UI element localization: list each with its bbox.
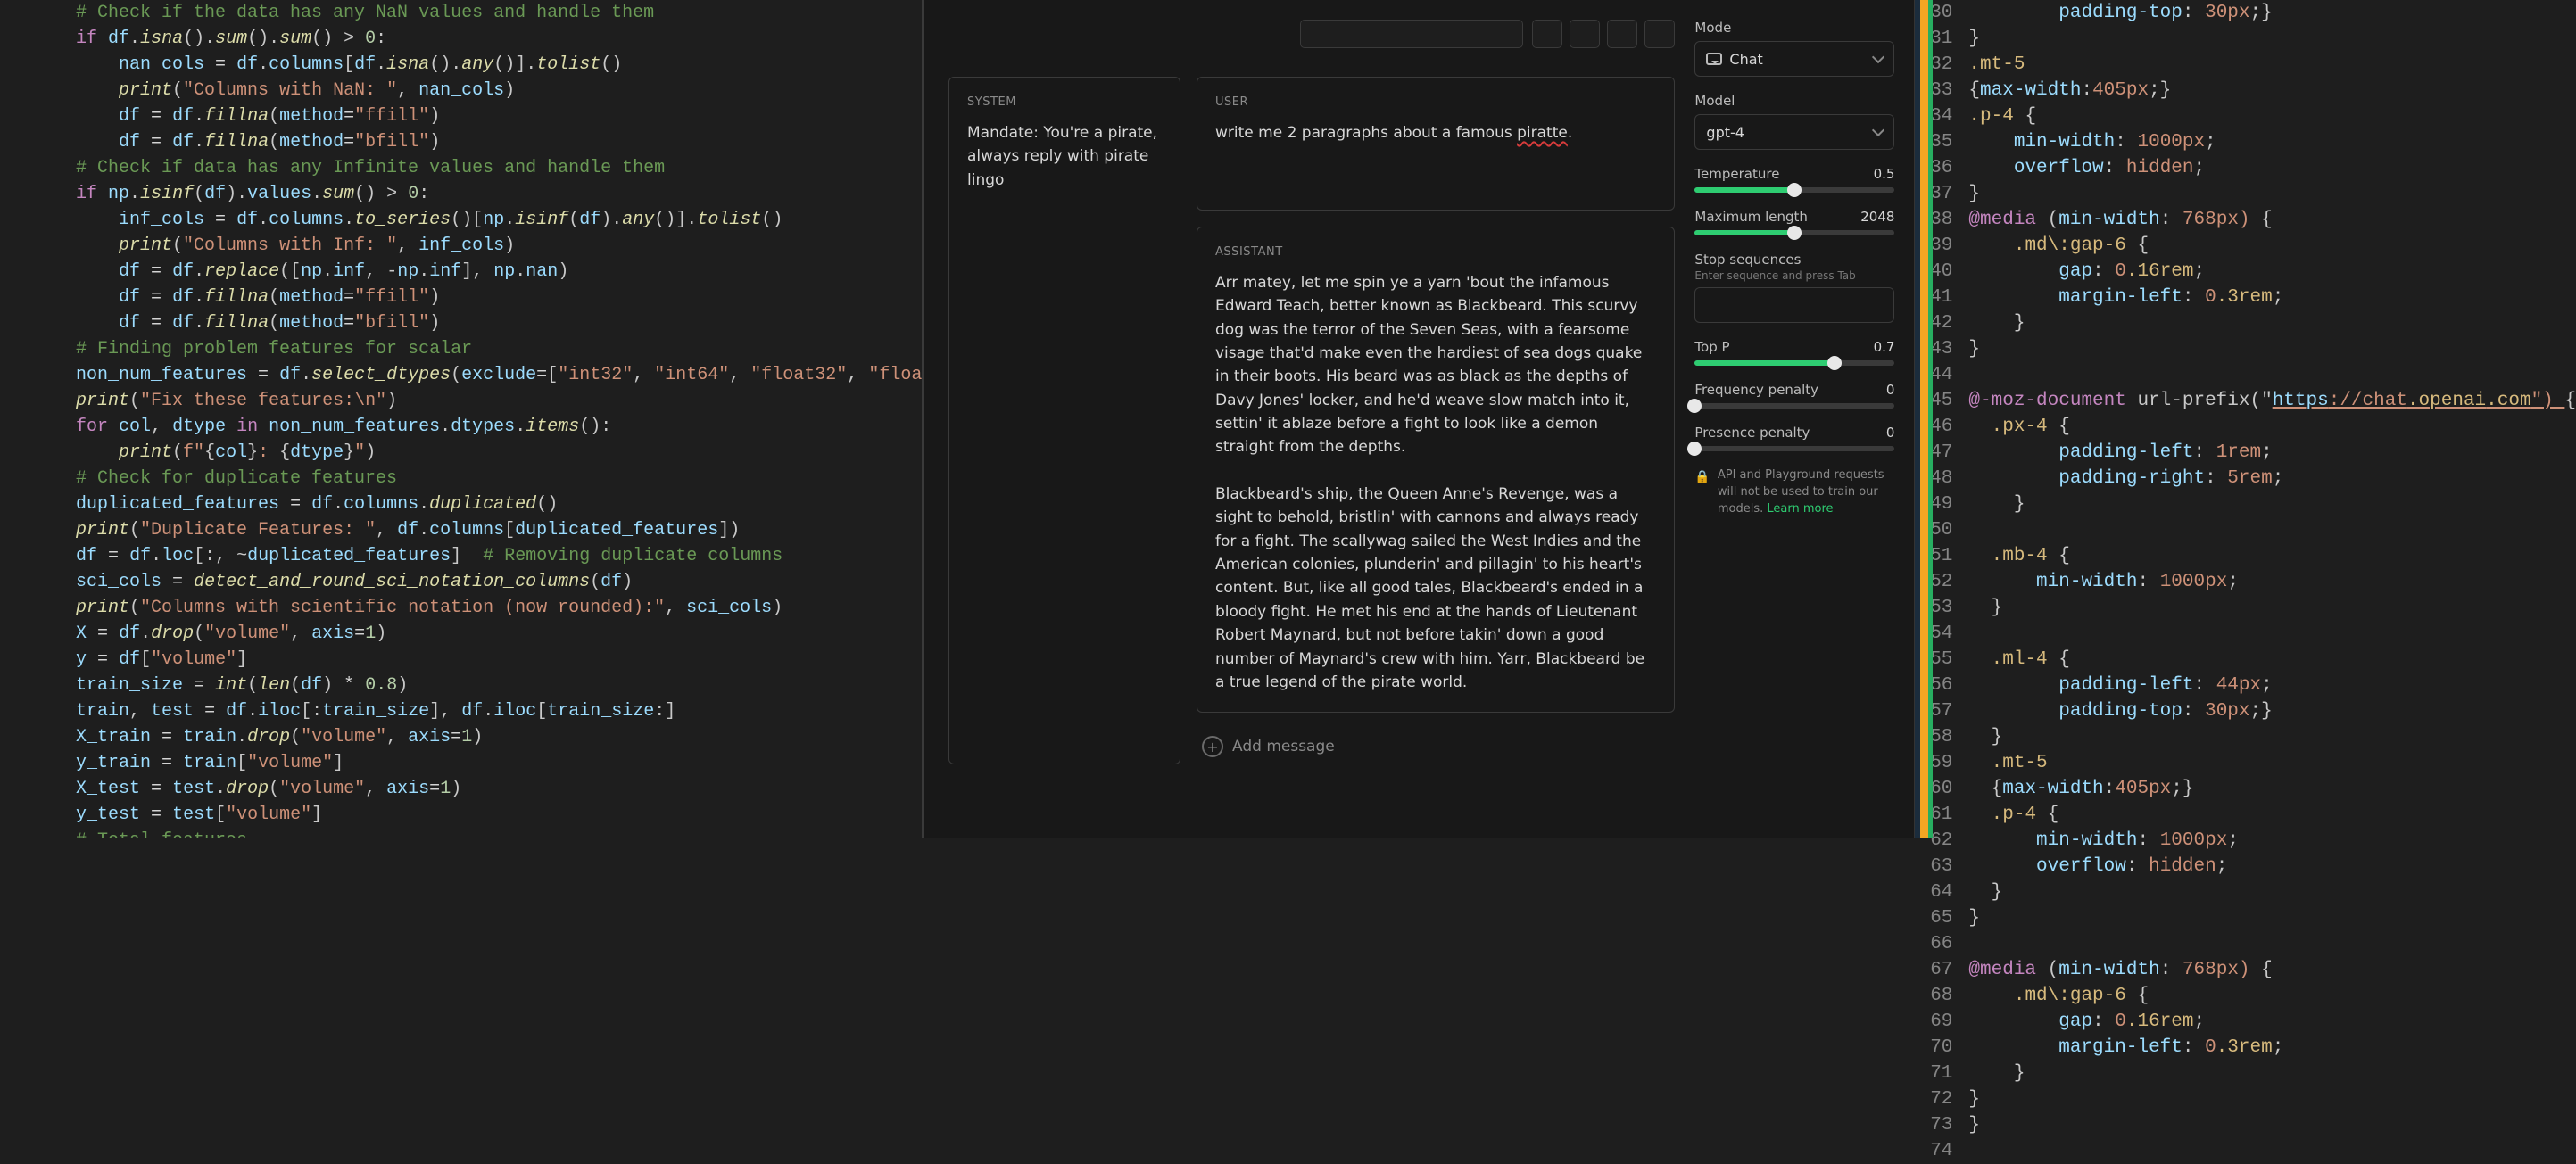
mode-select[interactable]: Chat	[1694, 41, 1894, 77]
playground-pane: SYSTEM Mandate: You're a pirate, always …	[924, 0, 1915, 838]
chevron-down-icon	[1872, 51, 1884, 63]
assistant-block[interactable]: ASSISTANT Arr matey, let me spin ye a ya…	[1197, 227, 1675, 713]
freqpen-slider[interactable]	[1694, 403, 1894, 409]
plus-icon: +	[1202, 736, 1223, 757]
maxlen-label: Maximum length	[1694, 209, 1808, 225]
lock-icon: 🔒	[1694, 468, 1710, 518]
maxlen-slider[interactable]	[1694, 230, 1894, 235]
stopseq-input[interactable]	[1694, 287, 1894, 323]
mode-label: Mode	[1694, 20, 1731, 36]
freqpen-value: 0	[1886, 382, 1895, 398]
assistant-label: ASSISTANT	[1215, 245, 1656, 259]
temperature-slider[interactable]	[1694, 187, 1894, 193]
playground-toolbar	[948, 20, 1675, 48]
stopseq-hint: Enter sequence and press Tab	[1694, 269, 1855, 282]
share-button[interactable]	[1607, 20, 1637, 48]
chat-icon	[1706, 53, 1722, 65]
system-label: SYSTEM	[967, 95, 1162, 109]
topp-value: 0.7	[1874, 339, 1895, 355]
topp-slider[interactable]	[1694, 360, 1894, 366]
user-label: USER	[1215, 95, 1656, 109]
user-typo: piratte	[1517, 124, 1568, 142]
temperature-label: Temperature	[1694, 166, 1779, 182]
prespen-label: Presence penalty	[1694, 425, 1810, 441]
app-root: # Check if the data has any NaN values a…	[0, 0, 2576, 838]
prespen-slider[interactable]	[1694, 446, 1894, 451]
add-message-label: Add message	[1232, 738, 1335, 755]
css-editor[interactable]: 3031323334353637383940414243444546474849…	[1915, 0, 2576, 838]
python-editor[interactable]: # Check if the data has any NaN values a…	[0, 0, 924, 838]
freqpen-label: Frequency penalty	[1694, 382, 1818, 398]
prespen-value: 0	[1886, 425, 1895, 441]
playground-sidebar: Mode Chat Model gpt-4	[1694, 0, 1914, 838]
system-body[interactable]: Mandate: You're a pirate, always reply w…	[967, 121, 1162, 192]
model-value: gpt-4	[1706, 124, 1744, 141]
view-code-button[interactable]	[1570, 20, 1600, 48]
assistant-body: Arr matey, let me spin ye a yarn 'bout t…	[1215, 271, 1656, 694]
add-message-button[interactable]: + Add message	[1197, 729, 1675, 764]
model-label: Model	[1694, 93, 1735, 109]
system-block[interactable]: SYSTEM Mandate: You're a pirate, always …	[948, 77, 1180, 764]
stopseq-label: Stop sequences	[1694, 252, 1801, 268]
model-select[interactable]: gpt-4	[1694, 114, 1894, 150]
learn-more-link[interactable]: Learn more	[1767, 502, 1833, 516]
temperature-value: 0.5	[1874, 166, 1895, 182]
user-block[interactable]: USER write me 2 paragraphs about a famou…	[1197, 77, 1675, 211]
save-preset-button[interactable]	[1532, 20, 1562, 48]
history-button[interactable]	[1644, 20, 1675, 48]
preset-search[interactable]	[1300, 20, 1523, 48]
api-notice: 🔒 API and Playground requests will not b…	[1694, 467, 1894, 518]
user-text: write me 2 paragraphs about a famous	[1215, 124, 1517, 142]
chevron-down-icon	[1872, 124, 1884, 136]
user-body[interactable]: write me 2 paragraphs about a famous pir…	[1215, 121, 1656, 144]
user-text-post: .	[1568, 124, 1572, 142]
topp-label: Top P	[1694, 339, 1729, 355]
mode-value: Chat	[1729, 51, 1762, 68]
maxlen-value: 2048	[1860, 209, 1894, 225]
